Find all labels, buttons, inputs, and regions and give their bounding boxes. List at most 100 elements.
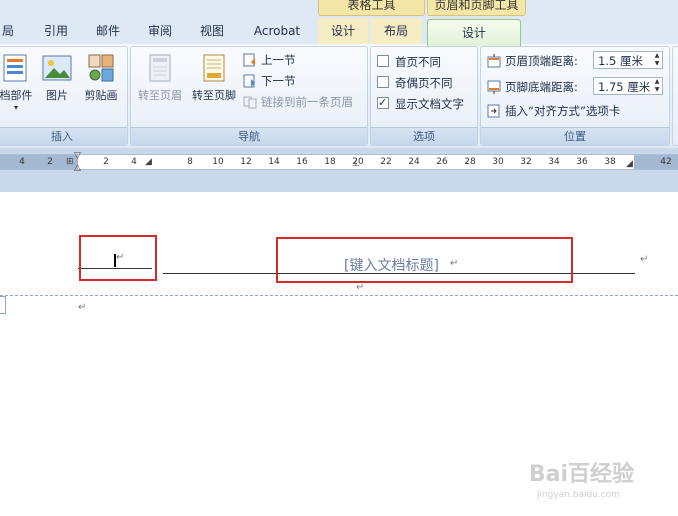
position-group-label: 位置 xyxy=(481,127,669,145)
prev-section-label: 上一节 xyxy=(261,53,296,67)
different-first-page-option[interactable]: 首页不同 xyxy=(377,53,441,71)
insert-group: 档部件 ▾ 图片 剪贴画 插入 xyxy=(0,46,128,146)
different-odd-even-checkbox[interactable] xyxy=(377,76,389,88)
header-top-distance-value: 1.5 厘米 xyxy=(598,54,643,68)
header-top-distance-icon xyxy=(487,54,501,68)
options-group-label: 选项 xyxy=(371,127,477,145)
show-document-text-checkbox[interactable] xyxy=(377,94,389,112)
tab-mailings[interactable]: 邮件 xyxy=(90,18,126,44)
body-paragraph-mark: ↵ xyxy=(78,302,87,313)
footer-bottom-distance-spinner-icon[interactable]: ▲ ▼ xyxy=(652,78,662,94)
tab-review[interactable]: 审阅 xyxy=(142,18,178,44)
prev-section-button[interactable]: 上一节 xyxy=(243,51,296,69)
header-bottom-paragraph-mark: ↵ xyxy=(356,282,365,293)
position-group: 页眉顶端距离: 1.5 厘米 ▲ ▼ 页脚底端距离: 1.75 厘米 ▲ ▼ 插入“… xyxy=(480,46,670,146)
footer-bottom-distance-label: 页脚底端距离: xyxy=(505,80,578,94)
ruler-number: 12 xyxy=(240,157,252,167)
quick-parts-dropdown-icon: ▾ xyxy=(13,103,18,112)
center-tab-stop-icon[interactable]: ◢ xyxy=(145,157,152,167)
goto-footer-label: 转至页脚 xyxy=(192,89,236,102)
right-paragraph-mark: ↵ xyxy=(640,254,649,265)
document-page[interactable]: ↵ [键入文档标题] ↵ ↵ ↵ ↵ Bai百经验 jingyan.baidu.… xyxy=(0,192,678,516)
header-top-distance-row: 页眉顶端距离: 1.5 厘米 ▲ ▼ xyxy=(487,51,663,71)
ruler-number: 26 xyxy=(436,157,448,167)
navigation-group: 转至页眉 转至页脚 上一节 下一节 链接到前一条页眉 导航 xyxy=(130,46,368,146)
prev-section-icon xyxy=(243,53,255,67)
footer-bottom-distance-row: 页脚底端距离: 1.75 厘米 ▲ ▼ xyxy=(487,77,663,97)
next-section-label: 下一节 xyxy=(261,74,296,88)
footer-bottom-distance-input[interactable]: 1.75 厘米 ▲ ▼ xyxy=(593,77,663,95)
insert-align-tab-button[interactable]: 插入“对齐方式”选项卡 xyxy=(487,101,620,121)
tab-layout[interactable]: 局 xyxy=(0,18,16,44)
picture-icon xyxy=(42,55,72,81)
quick-parts-button[interactable]: 档部件 ▾ xyxy=(0,53,35,121)
goto-footer-icon xyxy=(203,54,225,82)
horizontal-ruler[interactable]: ⊞ ▽ △ ◢ ⊥ ◢ 4 2 2 4 8 10 12 14 16 18 20 22 24 26 28 30 3… xyxy=(0,151,678,173)
highlight-box-title xyxy=(276,237,573,283)
different-first-page-label: 首页不同 xyxy=(395,55,441,69)
quick-parts-label: 档部件 xyxy=(0,89,33,102)
goto-footer-button[interactable]: 转至页脚 xyxy=(189,53,239,121)
goto-header-icon xyxy=(149,54,171,82)
ribbon-overflow-group xyxy=(672,46,678,146)
clip-art-icon xyxy=(88,54,114,82)
ruler-number: 20 xyxy=(352,157,364,167)
header-top-distance-spinner-icon[interactable]: ▲ ▼ xyxy=(652,52,662,68)
ruler-number: 2 xyxy=(103,157,109,167)
ruler-number: 10 xyxy=(212,157,224,167)
header-top-distance-input[interactable]: 1.5 厘米 ▲ ▼ xyxy=(593,51,663,69)
footer-bottom-distance-icon xyxy=(487,80,501,94)
quick-parts-icon xyxy=(3,54,27,82)
clip-art-label: 剪贴画 xyxy=(84,89,118,102)
ruler-number: 32 xyxy=(520,157,532,167)
navigation-group-label: 导航 xyxy=(131,127,367,145)
next-section-button[interactable]: 下一节 xyxy=(243,72,296,90)
ruler-number: 28 xyxy=(464,157,476,167)
link-previous-button[interactable]: 链接到前一条页眉 xyxy=(243,93,353,111)
first-line-indent-icon[interactable]: ▽ xyxy=(74,151,81,161)
table-tools-label: 表格工具 xyxy=(318,0,425,16)
tab-references[interactable]: 引用 xyxy=(38,18,74,44)
right-tab-marker-icon[interactable]: ◢ xyxy=(626,159,633,169)
ruler-number: 30 xyxy=(492,157,504,167)
ribbon: 档部件 ▾ 图片 剪贴画 插入 转至页眉 转至页脚 上一节 下一节 链接到前一条… xyxy=(0,44,678,149)
ruler-tab-stop-icon[interactable]: ⊞ xyxy=(66,157,74,167)
ruler-number: 4 xyxy=(19,157,25,167)
tab-table-design[interactable]: 设计 xyxy=(318,18,368,44)
ruler-area: ⊞ ▽ △ ◢ ⊥ ◢ 4 2 2 4 8 10 12 14 16 18 20 22 24 26 28 30 3… xyxy=(0,148,678,192)
ruler-number: 16 xyxy=(296,157,308,167)
ribbon-tab-row: 局 引用 邮件 审阅 视图 Acrobat 设计 布局 设计 xyxy=(0,18,678,46)
different-first-page-checkbox[interactable] xyxy=(377,55,389,67)
ruler-number: 18 xyxy=(324,157,336,167)
highlight-box-left xyxy=(79,235,157,281)
different-odd-even-label: 奇偶页不同 xyxy=(395,76,453,90)
tab-table-layout[interactable]: 布局 xyxy=(370,18,422,44)
insert-align-tab-label: 插入“对齐方式”选项卡 xyxy=(505,104,621,118)
different-odd-even-option[interactable]: 奇偶页不同 xyxy=(377,74,453,92)
ruler-number: 36 xyxy=(576,157,588,167)
header-top-distance-label: 页眉顶端距离: xyxy=(505,54,578,68)
ruler-number: 24 xyxy=(408,157,420,167)
watermark-logo: Bai百经验 xyxy=(528,462,634,487)
ruler-number: 2 xyxy=(47,157,53,167)
tab-header-footer-design[interactable]: 设计 xyxy=(427,19,521,46)
ruler-number: 4 xyxy=(131,157,137,167)
link-previous-label: 链接到前一条页眉 xyxy=(261,95,353,109)
header-label-tab xyxy=(0,296,6,314)
clip-art-button[interactable]: 剪贴画 xyxy=(79,53,123,121)
goto-header-button[interactable]: 转至页眉 xyxy=(135,53,185,121)
hanging-indent-icon[interactable]: △ xyxy=(74,163,81,173)
watermark-url: jingyan.baidu.com xyxy=(536,490,620,500)
picture-label: 图片 xyxy=(46,89,68,102)
tab-view[interactable]: 视图 xyxy=(194,18,230,44)
show-document-text-option[interactable]: 显示文档文字 xyxy=(377,94,464,113)
ruler-number: 14 xyxy=(268,157,280,167)
tab-acrobat[interactable]: Acrobat xyxy=(246,18,308,44)
ruler-number: 22 xyxy=(380,157,392,167)
contextual-tab-band: 表格工具 页眉和页脚工具 xyxy=(0,0,678,18)
next-section-icon xyxy=(243,74,255,88)
options-group: 首页不同 奇偶页不同 显示文档文字 选项 xyxy=(370,46,478,146)
header-boundary-line xyxy=(0,295,678,296)
link-previous-icon xyxy=(243,96,257,109)
picture-button[interactable]: 图片 xyxy=(39,53,75,121)
